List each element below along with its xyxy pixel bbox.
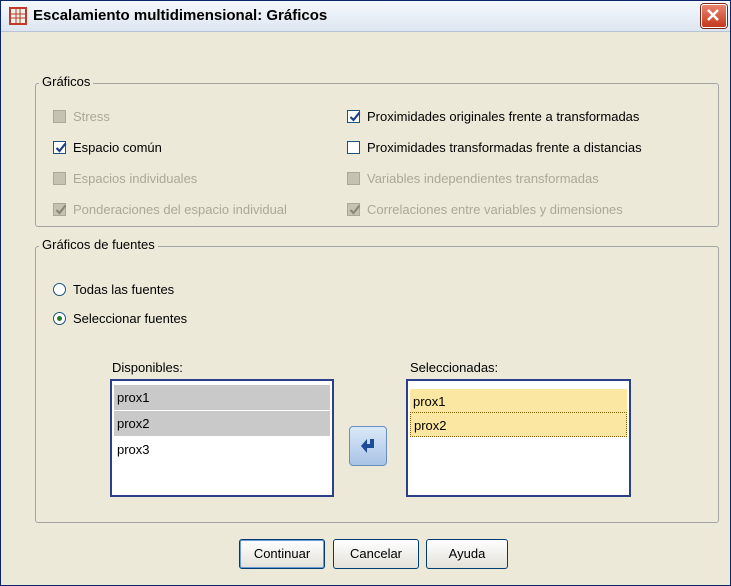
title-bar[interactable]: Escalamiento multidimensional: Gráficos (1, 1, 730, 32)
checkbox-espacio-comun-label: Espacio común (73, 140, 162, 155)
list-item[interactable]: prox1 (114, 385, 330, 410)
checkmark-icon (55, 142, 67, 153)
help-button[interactable]: Ayuda (426, 539, 508, 569)
dialog-window: Escalamiento multidimensional: Gráficos … (0, 0, 731, 586)
radio-seleccionar-fuentes-label: Seleccionar fuentes (73, 311, 188, 326)
checkmark-icon (55, 204, 67, 215)
checkbox-correlaciones-label: Correlaciones entre variables y dimensio… (367, 202, 623, 217)
window-title: Escalamiento multidimensional: Gráficos (33, 7, 328, 24)
close-button[interactable] (701, 4, 727, 28)
disponibles-label: Disponibles: (112, 360, 183, 375)
cancel-button[interactable]: Cancelar (333, 539, 419, 569)
list-item[interactable]: prox2 (410, 412, 627, 437)
radio-todas-fuentes-label: Todas las fuentes (73, 282, 175, 297)
close-icon (707, 9, 719, 21)
fuentes-group-label: Gráficos de fuentes (39, 237, 158, 252)
checkmark-icon (349, 204, 361, 215)
disponibles-listbox[interactable]: prox1 prox2 prox3 (110, 379, 334, 497)
spss-grid-icon (9, 7, 27, 25)
continue-button[interactable]: Continuar (239, 539, 325, 569)
checkmark-icon (349, 111, 361, 122)
checkbox-variables-independientes-label: Variables independientes transformadas (367, 171, 599, 186)
checkbox-espacios-individuales-label: Espacios individuales (73, 171, 198, 186)
checkbox-ponderaciones-label: Ponderaciones del espacio individual (73, 202, 287, 217)
list-item[interactable]: prox2 (114, 411, 330, 436)
checkbox-proximidades-originales-label: Proximidades originales frente a transfo… (367, 109, 640, 124)
list-item[interactable]: prox1 (410, 389, 627, 414)
seleccionadas-label: Seleccionadas: (410, 360, 499, 375)
graficos-group-label: Gráficos (39, 74, 94, 89)
radio-selected-dot (57, 316, 62, 321)
move-left-button[interactable] (349, 426, 387, 466)
seleccionadas-listbox[interactable]: prox1 prox2 (406, 379, 631, 497)
checkbox-proximidades-transformadas-label: Proximidades transformadas frente a dist… (367, 140, 642, 155)
list-item[interactable]: prox3 (114, 437, 330, 462)
checkbox-stress-label: Stress (73, 109, 110, 124)
arrow-left-icon (361, 439, 374, 453)
